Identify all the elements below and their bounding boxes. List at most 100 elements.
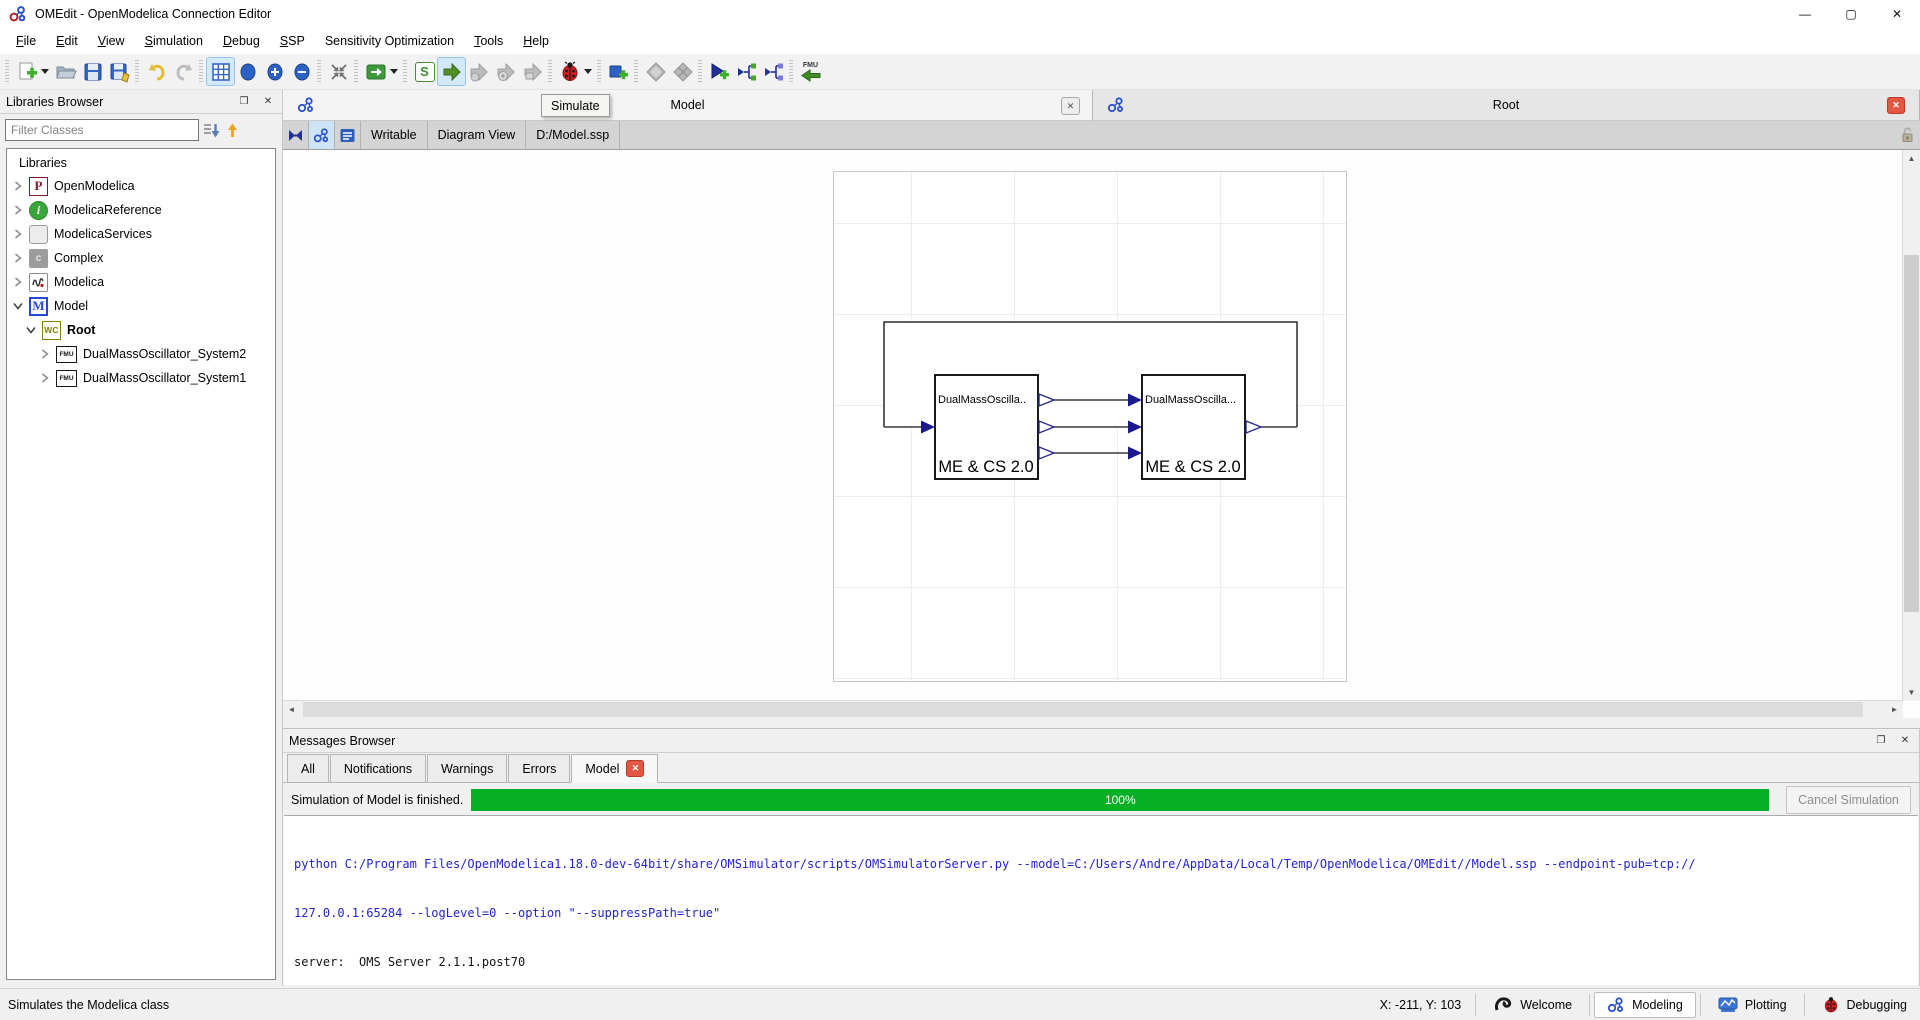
check-model-button[interactable]: S bbox=[411, 58, 438, 85]
horizontal-scrollbar[interactable]: ◄ ► bbox=[283, 700, 1903, 718]
cancel-simulation-button[interactable]: Cancel Simulation bbox=[1786, 786, 1911, 814]
simulate-animation-button[interactable] bbox=[492, 58, 519, 85]
new-model-button[interactable] bbox=[13, 58, 40, 85]
filter-classes-input[interactable] bbox=[5, 119, 199, 141]
tree-item-openmodelica[interactable]: P OpenModelica bbox=[7, 174, 275, 198]
save-as-button[interactable] bbox=[106, 58, 133, 85]
messages-tab-errors[interactable]: Errors bbox=[508, 754, 570, 782]
scroll-right-icon[interactable]: ► bbox=[1886, 701, 1903, 718]
menu-tools[interactable]: Tools bbox=[464, 30, 513, 52]
chevron-right-icon[interactable] bbox=[38, 373, 52, 383]
tree-item-model[interactable]: M Model bbox=[7, 294, 275, 318]
debugger-dropdown-icon[interactable] bbox=[584, 69, 592, 74]
tree-item-modelica[interactable]: Modelica bbox=[7, 270, 275, 294]
scroll-down-icon[interactable]: ▼ bbox=[1903, 684, 1920, 701]
open-model-button[interactable] bbox=[52, 58, 79, 85]
chevron-right-icon[interactable] bbox=[38, 349, 52, 359]
chevron-right-icon[interactable] bbox=[11, 205, 25, 215]
modeling-perspective-button[interactable]: Modeling bbox=[1594, 992, 1696, 1018]
messages-tab-notifications[interactable]: Notifications bbox=[330, 754, 426, 782]
tab-model-close-icon[interactable]: ✕ bbox=[1061, 97, 1080, 115]
menu-help[interactable]: Help bbox=[513, 30, 559, 52]
scroll-up-icon[interactable]: ▲ bbox=[1903, 150, 1920, 167]
simulate-with-debugger-button[interactable] bbox=[556, 58, 583, 85]
fit-to-diagram-button[interactable] bbox=[325, 58, 352, 85]
tab-root-close-icon[interactable]: ✕ bbox=[1887, 97, 1905, 114]
scroll-left-icon[interactable]: ◄ bbox=[283, 701, 300, 718]
chevron-right-icon[interactable] bbox=[11, 229, 25, 239]
menu-simulation[interactable]: Simulation bbox=[135, 30, 213, 52]
icon-view-button[interactable] bbox=[283, 121, 309, 149]
welcome-perspective-button[interactable]: Welcome bbox=[1480, 992, 1585, 1018]
messages-tab-close-icon[interactable]: ✕ bbox=[626, 760, 644, 777]
reset-zoom-button[interactable] bbox=[234, 58, 261, 85]
vertical-scroll-thumb[interactable] bbox=[1904, 255, 1919, 612]
tree-item-root[interactable]: WC Root bbox=[7, 318, 275, 342]
tree-item-dualmassoscillator-system1[interactable]: FMU DualMassOscillator_System1 bbox=[7, 366, 275, 390]
add-tlm-bus-button[interactable] bbox=[760, 58, 787, 85]
menu-edit[interactable]: Edit bbox=[46, 30, 88, 52]
menu-ssp[interactable]: SSP bbox=[270, 30, 315, 52]
diagram-canvas[interactable]: DualMassOscilla.. ME & CS 2.0 DualMassOs… bbox=[283, 150, 1920, 718]
menu-file[interactable]: File bbox=[6, 30, 46, 52]
messages-tab-warnings[interactable]: Warnings bbox=[427, 754, 507, 782]
tree-item-modelicaservices[interactable]: ModelicaServices bbox=[7, 222, 275, 246]
menu-debug[interactable]: Debug bbox=[213, 30, 270, 52]
dock-close-icon[interactable]: ✕ bbox=[1897, 733, 1913, 749]
redo-button[interactable] bbox=[170, 58, 197, 85]
diagram-view-button[interactable] bbox=[309, 121, 335, 149]
expand-all-icon[interactable] bbox=[203, 122, 220, 139]
chevron-right-icon[interactable] bbox=[11, 181, 25, 191]
horizontal-scroll-thumb[interactable] bbox=[303, 702, 1863, 717]
dock-close-icon[interactable]: ✕ bbox=[260, 94, 276, 110]
minimize-button[interactable]: — bbox=[1782, 0, 1828, 28]
debugger-ladybug-icon bbox=[559, 61, 581, 83]
text-view-button[interactable] bbox=[335, 121, 361, 149]
vertical-scrollbar[interactable]: ▲ ▼ bbox=[1902, 150, 1920, 701]
show-grid-button[interactable] bbox=[207, 58, 234, 85]
simulation-output-log[interactable]: python C:/Program Files/OpenModelica1.18… bbox=[284, 815, 1918, 985]
collapse-all-icon[interactable] bbox=[224, 122, 241, 139]
import-fmu-button[interactable]: FMU bbox=[797, 58, 824, 85]
zoom-in-button[interactable] bbox=[261, 58, 288, 85]
simulate-transformational-debugger-button[interactable] bbox=[465, 58, 492, 85]
simulate-sensitivity-button[interactable] bbox=[519, 58, 546, 85]
add-system-button[interactable] bbox=[605, 58, 632, 85]
chevron-right-icon[interactable] bbox=[11, 253, 25, 263]
delete-icon-button[interactable] bbox=[669, 58, 696, 85]
chevron-down-icon[interactable] bbox=[24, 326, 38, 334]
tree-item-complex[interactable]: c Complex bbox=[7, 246, 275, 270]
simulate-button[interactable] bbox=[438, 58, 465, 85]
add-bus-button[interactable] bbox=[733, 58, 760, 85]
save-button[interactable] bbox=[79, 58, 106, 85]
tree-item-dualmassoscillator-system2[interactable]: FMU DualMassOscillator_System2 bbox=[7, 342, 275, 366]
dock-float-icon[interactable]: ❐ bbox=[236, 94, 252, 110]
tab-model[interactable]: Model ✕ bbox=[283, 90, 1093, 121]
close-button[interactable]: ✕ bbox=[1874, 0, 1920, 28]
menu-view[interactable]: View bbox=[88, 30, 135, 52]
chevron-down-icon[interactable] bbox=[11, 302, 25, 310]
view-mode-indicator[interactable]: Diagram View bbox=[428, 121, 527, 149]
writable-indicator[interactable]: Writable bbox=[361, 121, 428, 149]
fmu-arrow-icon bbox=[801, 69, 821, 82]
submodel-block-right[interactable]: DualMassOscilla... ME & CS 2.0 bbox=[1142, 375, 1261, 479]
submodel-block-left[interactable]: DualMassOscilla.. ME & CS 2.0 bbox=[935, 375, 1054, 479]
menu-sensitivity-optimization[interactable]: Sensitivity Optimization bbox=[315, 30, 464, 52]
tree-item-modelicareference[interactable]: i ModelicaReference bbox=[7, 198, 275, 222]
maximize-button[interactable]: ▢ bbox=[1828, 0, 1874, 28]
instantiate-dropdown-icon[interactable] bbox=[390, 69, 398, 74]
tab-root[interactable]: Root ✕ bbox=[1093, 90, 1920, 121]
add-or-edit-icon-button[interactable] bbox=[642, 58, 669, 85]
chevron-right-icon[interactable] bbox=[11, 277, 25, 287]
messages-tab-all[interactable]: All bbox=[287, 754, 329, 782]
undo-button[interactable] bbox=[143, 58, 170, 85]
output-port-icon[interactable] bbox=[1039, 447, 1054, 459]
messages-tab-model[interactable]: Model ✕ bbox=[571, 754, 658, 783]
instantiate-model-button[interactable] bbox=[362, 58, 389, 85]
dock-float-icon[interactable]: ❐ bbox=[1873, 733, 1889, 749]
new-model-dropdown-icon[interactable] bbox=[41, 69, 49, 74]
debugging-perspective-button[interactable]: Debugging bbox=[1809, 992, 1920, 1018]
add-submodel-button[interactable] bbox=[706, 58, 733, 85]
plotting-perspective-button[interactable]: Plotting bbox=[1705, 992, 1800, 1018]
zoom-out-button[interactable] bbox=[288, 58, 315, 85]
